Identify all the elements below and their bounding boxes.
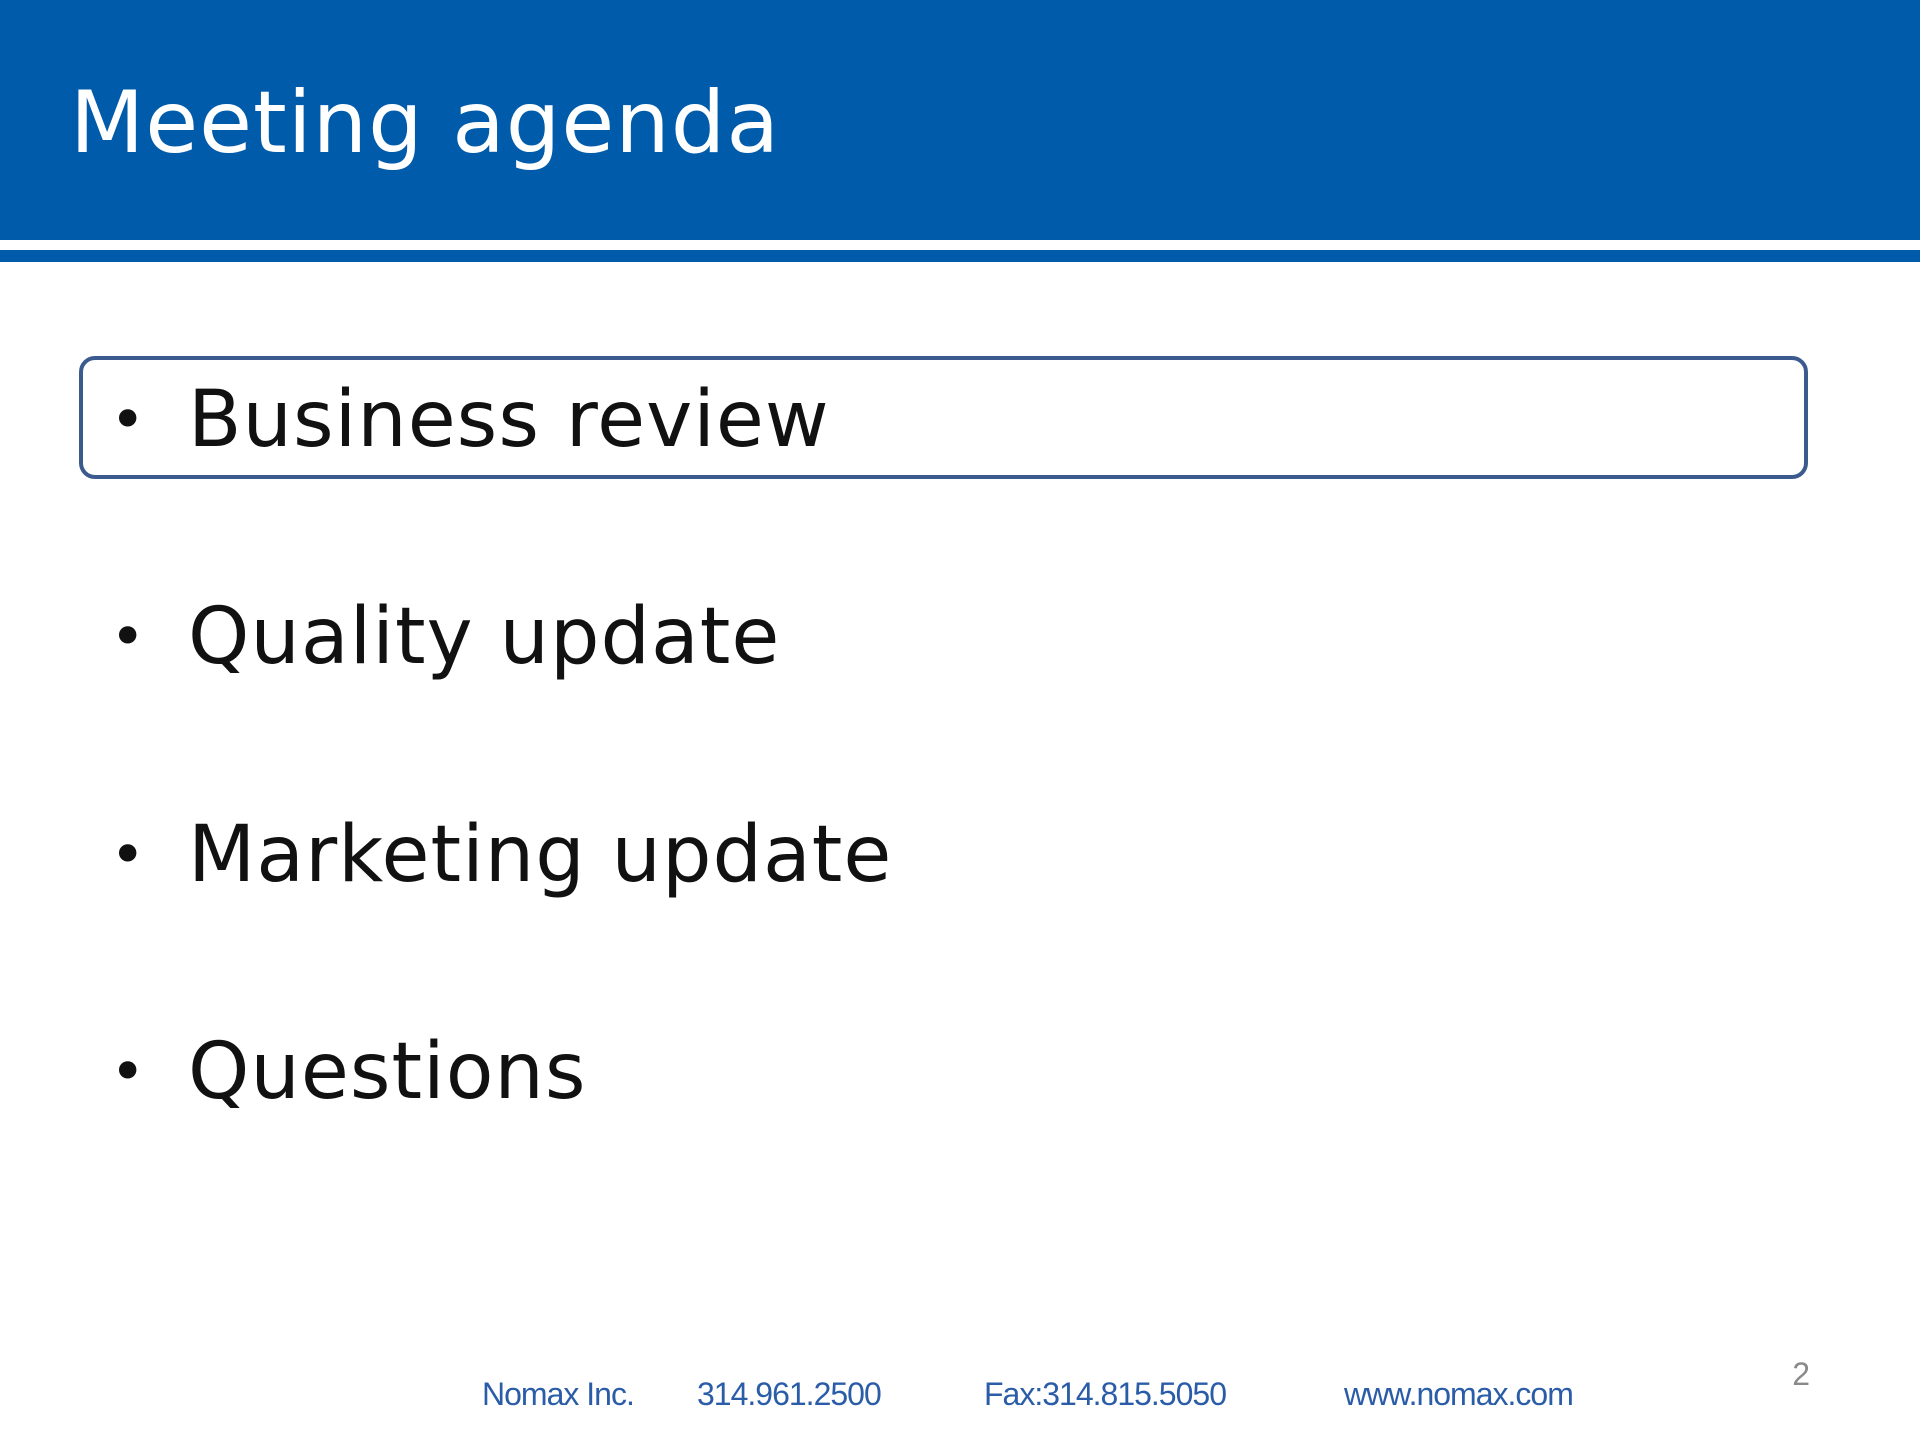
bullet-icon: • [110,602,146,672]
footer-phone: 314.961.2500 [697,1376,882,1412]
slide: Meeting agenda • Business review • Quali… [0,0,1920,1440]
page-number: 2 [1792,1356,1810,1392]
agenda-item-label: Business review [188,375,830,465]
footer-fax: Fax:314.815.5050 [984,1376,1227,1412]
slide-title: Meeting agenda [70,73,781,173]
bullet-icon: • [110,1037,146,1107]
title-divider [0,250,1920,262]
bullet-icon: • [110,385,146,455]
agenda-item-label: Marketing update [188,810,893,900]
bullet-icon: • [110,820,146,890]
agenda-item-label: Quality update [188,592,781,682]
footer-company: Nomax Inc. [482,1376,635,1412]
footer-website: www.nomax.com [1344,1376,1574,1412]
agenda-item-label: Questions [188,1027,587,1117]
